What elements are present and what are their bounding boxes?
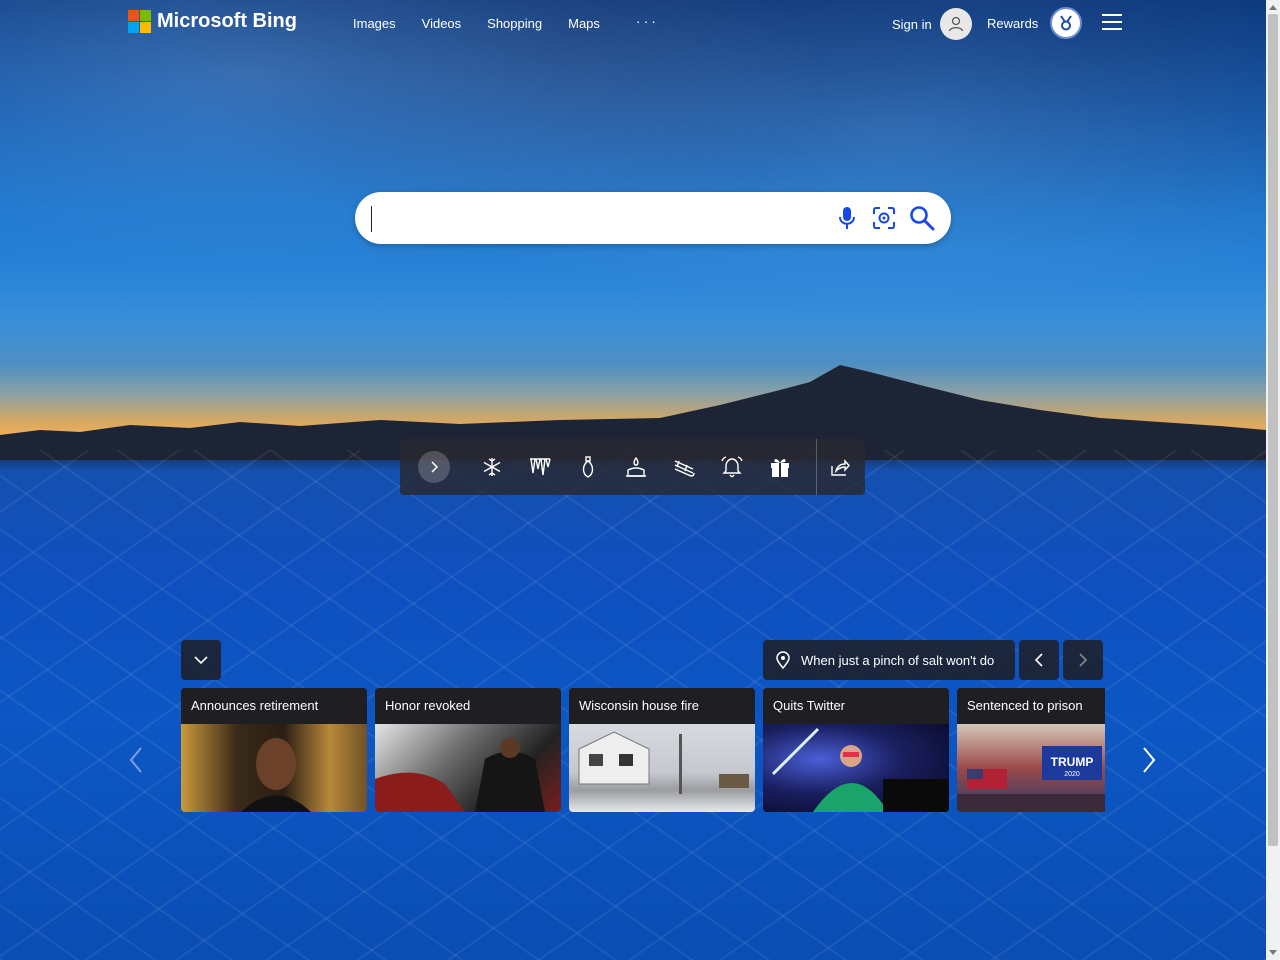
signin-label: Sign in [892, 16, 932, 32]
search-box [355, 192, 951, 244]
scroll-up-arrow-icon[interactable] [1266, 0, 1280, 14]
carousel-next-button[interactable] [1137, 742, 1161, 778]
news-card-title: Sentenced to prison [957, 688, 1105, 724]
svg-text:2020: 2020 [1064, 771, 1080, 778]
news-card-image: TRUMP 2020 [957, 724, 1105, 812]
news-card[interactable]: Honor revoked [375, 688, 561, 812]
chevron-right-icon [1079, 653, 1088, 667]
news-card-title: Quits Twitter [763, 688, 949, 724]
icicles-icon[interactable] [528, 455, 552, 479]
share-icon[interactable] [828, 455, 852, 479]
candle-icon[interactable] [624, 455, 648, 479]
bell-icon[interactable] [720, 455, 744, 479]
visual-search-icon[interactable] [870, 204, 898, 232]
news-card-title: Honor revoked [375, 688, 561, 724]
top-header: Microsoft Bing Images Videos Shopping Ma… [0, 0, 1266, 46]
toolbar-divider [816, 439, 817, 495]
news-card[interactable]: Sentenced to prison TRUMP 2020 [957, 688, 1105, 812]
news-card-image [763, 724, 949, 812]
rewards-button[interactable]: Rewards [987, 7, 1083, 39]
microphone-icon[interactable] [833, 204, 861, 232]
svg-text:TRUMP: TRUMP [1051, 755, 1094, 769]
news-card-image [181, 724, 367, 812]
image-toolbar [400, 439, 865, 495]
menu-hamburger-icon[interactable] [1102, 14, 1122, 30]
news-card[interactable]: Wisconsin house fire [569, 688, 755, 812]
signin-button[interactable]: Sign in [892, 8, 972, 40]
chevron-left-icon [1034, 653, 1043, 667]
nav-videos[interactable]: Videos [409, 16, 475, 32]
search-icon[interactable] [908, 204, 936, 232]
bing-logo[interactable]: Microsoft Bing [128, 10, 297, 33]
chevron-right-icon[interactable] [418, 451, 450, 483]
snowflake-icon[interactable] [480, 455, 504, 479]
avatar-icon [939, 8, 972, 40]
chevron-down-icon [194, 656, 208, 665]
next-image-button[interactable] [1063, 640, 1103, 680]
carousel-previous-button[interactable] [124, 742, 148, 778]
scroll-down-arrow-icon[interactable] [1266, 946, 1280, 960]
sled-icon[interactable] [672, 455, 696, 479]
image-caption: When just a pinch of salt won't do [801, 652, 995, 668]
news-card[interactable]: Announces retirement [181, 688, 367, 812]
image-info-button[interactable]: When just a pinch of salt won't do [763, 640, 1015, 680]
nav-more-button[interactable]: ··· [623, 13, 672, 29]
rewards-label: Rewards [987, 15, 1039, 31]
news-carousel: Announces retirement Honor revoked Wisco… [181, 688, 1105, 812]
top-nav: Images Videos Shopping Maps ··· [340, 13, 672, 32]
news-card-title: Announces retirement [181, 688, 367, 724]
gift-icon[interactable] [768, 455, 792, 479]
search-input[interactable] [371, 206, 816, 232]
nav-shopping[interactable]: Shopping [474, 16, 555, 32]
microsoft-logo-icon [128, 10, 151, 33]
rewards-medal-icon [1050, 7, 1083, 39]
page-scrollbar[interactable] [1266, 0, 1280, 960]
scrollbar-thumb[interactable] [1268, 14, 1278, 846]
christmas-light-icon[interactable] [576, 455, 600, 479]
logo-text: Microsoft Bing [157, 10, 297, 32]
news-card-image [375, 724, 561, 812]
news-card[interactable]: Quits Twitter [763, 688, 949, 812]
news-card-title: Wisconsin house fire [569, 688, 755, 724]
nav-maps[interactable]: Maps [555, 16, 613, 32]
nav-images[interactable]: Images [340, 16, 409, 32]
collapse-feed-button[interactable] [181, 640, 221, 680]
location-pin-icon [775, 651, 791, 669]
previous-image-button[interactable] [1019, 640, 1059, 680]
news-card-image [569, 724, 755, 812]
